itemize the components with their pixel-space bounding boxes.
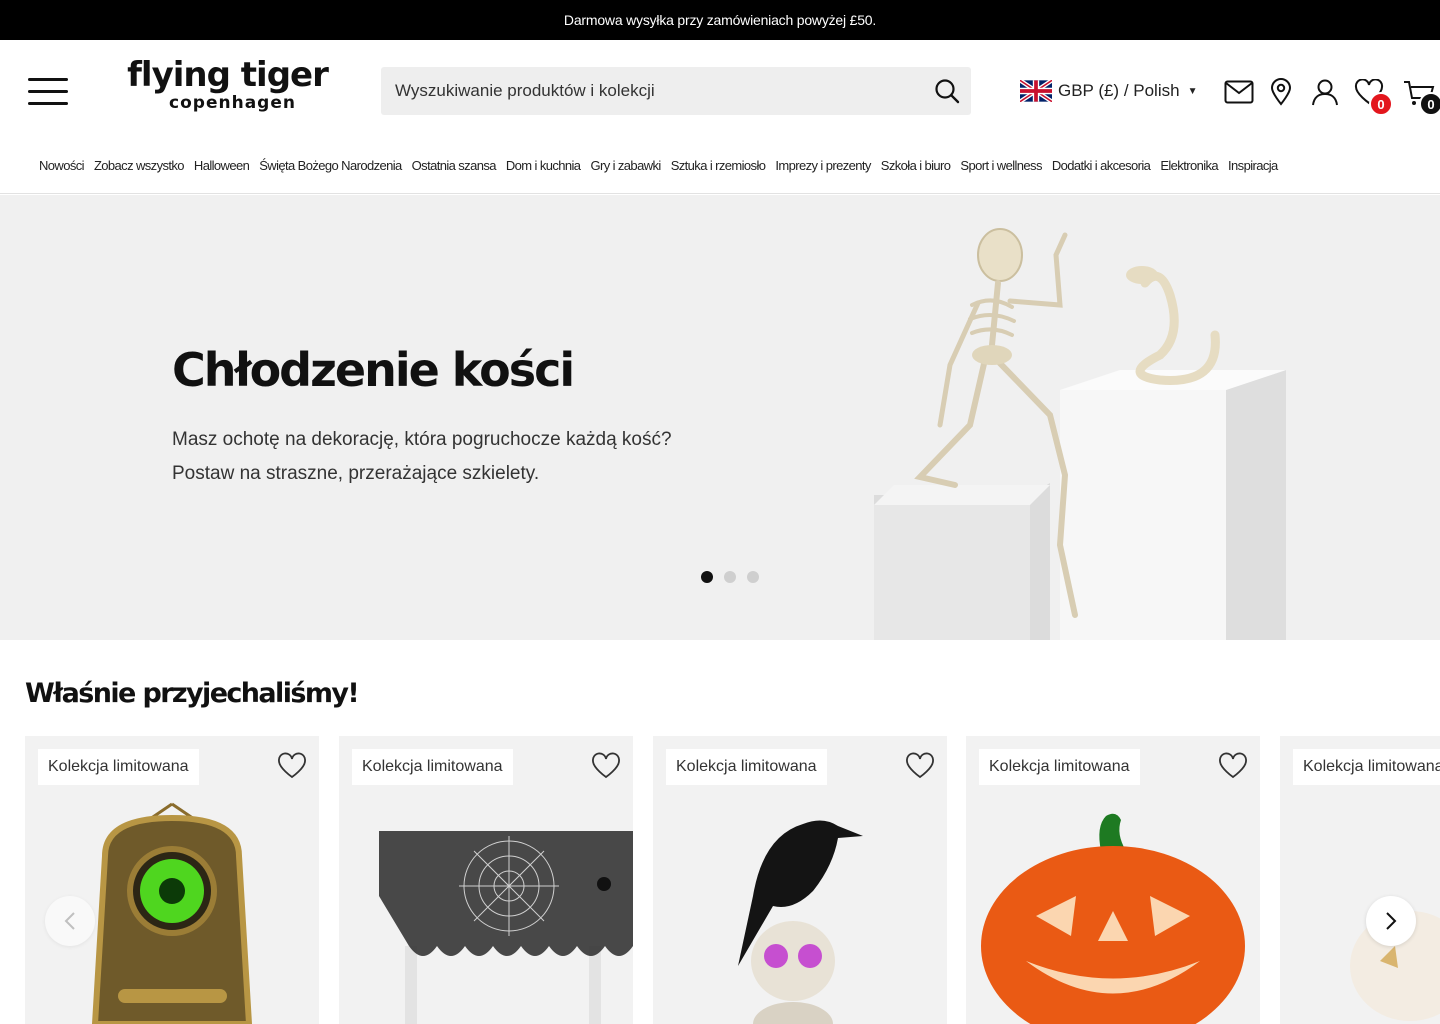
new-arrivals-heading: Właśnie przyjechaliśmy! [25, 678, 360, 709]
category-nav: Nowości Zobacz wszystko Halloween Święta… [0, 140, 1440, 194]
logo-line2: copenhagen [169, 93, 296, 113]
logo-line1: flying tiger [127, 55, 329, 95]
product-carousel: Kolekcja limitowana Kolekcja limitowana [25, 736, 1440, 1024]
nav-item-electronics[interactable]: Elektronika [1160, 158, 1218, 173]
carousel-next-button[interactable] [1366, 896, 1416, 946]
slider-dot-2[interactable] [724, 571, 736, 583]
logo[interactable]: flying tiger copenhagen [120, 56, 335, 118]
heart-icon[interactable] [277, 751, 307, 781]
nav-item-school-office[interactable]: Szkoła i biuro [881, 158, 951, 173]
chevron-right-icon [1386, 912, 1397, 930]
skeleton-image [874, 228, 1286, 640]
nav-item-accessories[interactable]: Dodatki i akcesoria [1052, 158, 1151, 173]
heart-icon[interactable] [905, 751, 935, 781]
hero-banner[interactable]: Chłodzenie kości Masz ochotę na dekoracj… [0, 195, 1440, 640]
product-tag: Kolekcja limitowana [1293, 749, 1440, 785]
product-card[interactable]: Kolekcja limitowana [653, 736, 947, 1024]
nav-item-inspiration[interactable]: Inspiracja [1228, 158, 1278, 173]
search-input[interactable] [381, 67, 923, 115]
locale-label: GBP (£) / Polish [1058, 81, 1180, 100]
product-card[interactable]: Kolekcja limitowana [339, 736, 633, 1024]
nav-item-new[interactable]: Nowości [39, 158, 85, 173]
mail-icon[interactable] [1223, 76, 1255, 108]
spiderweb-tablecloth-image [379, 831, 633, 1024]
store-locator-icon[interactable] [1265, 76, 1297, 108]
product-tag: Kolekcja limitowana [352, 749, 513, 785]
slider-dot-1[interactable] [701, 571, 713, 583]
account-icon[interactable] [1309, 76, 1341, 108]
cart-count-badge: 0 [1419, 92, 1440, 116]
announcement-bar: Darmowa wysyłka przy zamówieniach powyże… [0, 0, 1440, 40]
caret-down-icon: ▼ [1187, 85, 1198, 97]
hero-title: Chłodzenie kości [172, 343, 575, 397]
white-pumpkin-image [1350, 911, 1440, 1021]
slider-dot-3[interactable] [747, 571, 759, 583]
locale-selector[interactable]: GBP (£) / Polish ▼ [1018, 78, 1198, 104]
hero-text-line1: Masz ochotę na dekorację, która pogrucho… [172, 429, 672, 450]
product-card[interactable]: Kolekcja limitowana [25, 736, 319, 1024]
product-card[interactable]: Kolekcja limitowana [966, 736, 1260, 1024]
menu-icon[interactable] [28, 78, 68, 106]
slider-dots [701, 571, 770, 583]
hero-text-line2: Postaw na straszne, przerażające szkiele… [172, 463, 540, 484]
carousel-prev-button[interactable] [45, 896, 95, 946]
announcement-text: Darmowa wysyłka przy zamówieniach powyże… [563, 12, 877, 28]
product-card[interactable]: Kolekcja limitowana [1280, 736, 1440, 1024]
nav-item-all[interactable]: Zobacz wszystko [94, 158, 185, 173]
nav-item-arts-crafts[interactable]: Sztuka i rzemiosło [671, 158, 766, 173]
wishlist-count-badge: 0 [1369, 92, 1393, 116]
search-bar [381, 67, 971, 115]
hero-text: Masz ochotę na dekorację, która pogrucho… [172, 423, 672, 491]
nav-item-halloween[interactable]: Halloween [194, 158, 250, 173]
heart-icon[interactable] [1218, 751, 1248, 781]
heart-icon[interactable] [591, 751, 621, 781]
site-header: flying tiger copenhagen GBP (£) / Polish… [0, 40, 1440, 140]
nav-item-party-gifts[interactable]: Imprezy i prezenty [775, 158, 871, 173]
nav-item-sport-wellness[interactable]: Sport i wellness [960, 158, 1042, 173]
nav-item-christmas[interactable]: Święta Bożego Narodzenia [259, 158, 402, 173]
nav-item-home-kitchen[interactable]: Dom i kuchnia [506, 158, 581, 173]
nav-item-last-chance[interactable]: Ostatnia szansa [412, 158, 497, 173]
product-tag: Kolekcja limitowana [38, 749, 199, 785]
nav-item-games-toys[interactable]: Gry i zabawki [590, 158, 661, 173]
product-tag: Kolekcja limitowana [979, 749, 1140, 785]
crow-on-skull-image [738, 820, 863, 1024]
ceramic-pumpkin-image [981, 813, 1245, 1024]
search-icon[interactable] [923, 67, 971, 115]
product-tag: Kolekcja limitowana [666, 749, 827, 785]
uk-flag-icon [1018, 78, 1054, 104]
chevron-left-icon [64, 912, 75, 930]
